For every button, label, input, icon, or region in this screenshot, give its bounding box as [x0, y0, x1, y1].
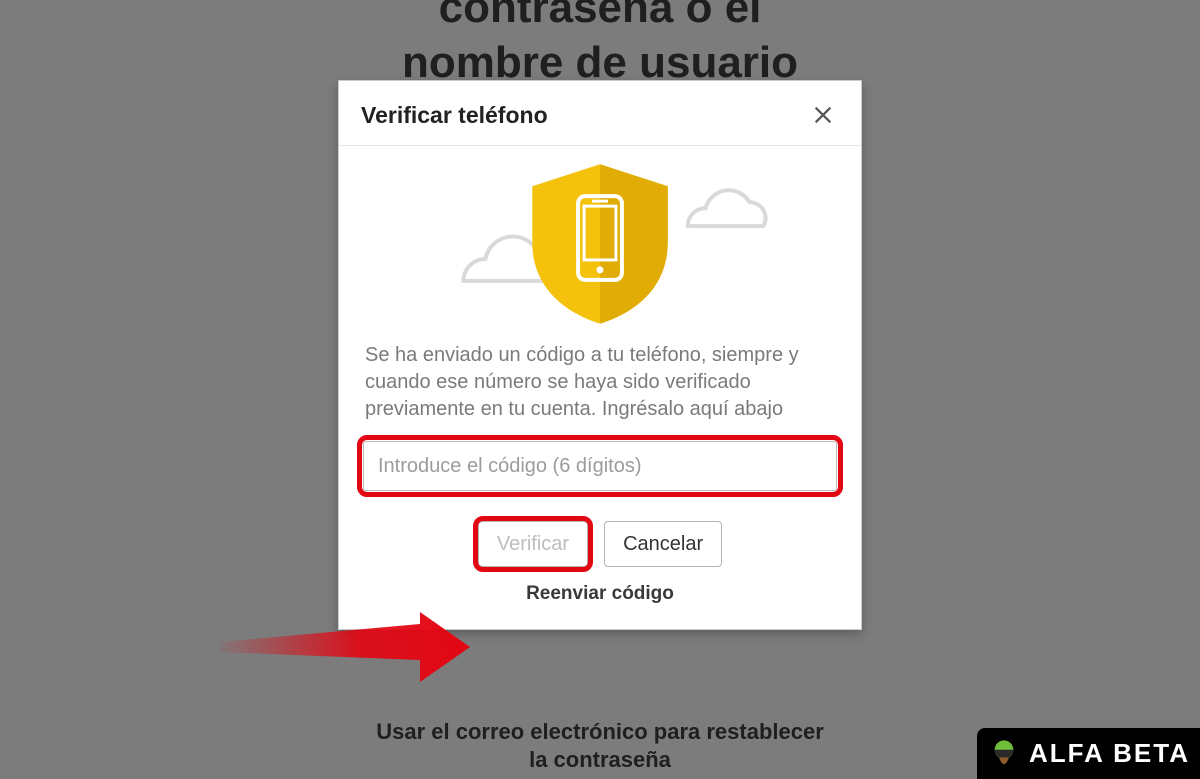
modal-button-row: Verificar Cancelar — [339, 521, 861, 567]
modal-header: Verificar teléfono — [339, 81, 861, 146]
code-input-container — [363, 441, 837, 491]
watermark-text: ALFA BETA — [1029, 738, 1190, 769]
modal-instructions: Se ha enviado un código a tu teléfono, s… — [339, 336, 861, 441]
watermark-logo-icon — [987, 737, 1021, 771]
cancel-button[interactable]: Cancelar — [604, 521, 722, 567]
modal-hero-illustration — [339, 146, 861, 336]
code-input[interactable] — [363, 441, 837, 491]
close-button[interactable] — [807, 99, 839, 131]
verify-phone-modal: Verificar teléfono — [338, 80, 862, 630]
watermark: ALFA BETA — [977, 728, 1200, 779]
close-icon — [812, 104, 834, 126]
resend-code-link[interactable]: Reenviar código — [339, 583, 861, 605]
modal-title: Verificar teléfono — [361, 102, 548, 129]
annotation-highlight-verify: Verificar — [478, 521, 588, 567]
shield-phone-icon — [339, 146, 861, 336]
verify-button[interactable]: Verificar — [478, 521, 588, 567]
